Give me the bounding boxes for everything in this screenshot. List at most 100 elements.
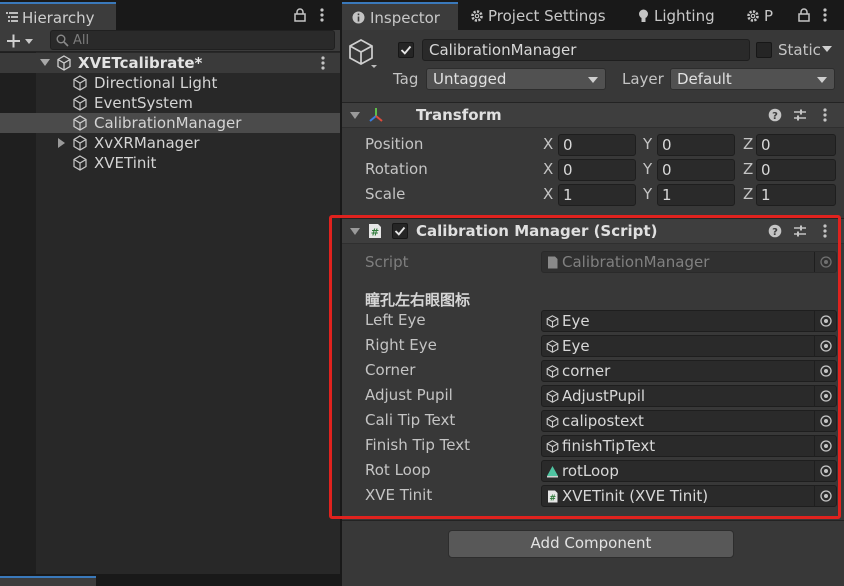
script-icon: # [548,490,558,503]
tab-overflow[interactable]: P [742,2,790,30]
hierarchy-item-eventsystem[interactable]: EventSystem [0,93,340,113]
hierarchy-item-xvxrmanager[interactable]: XvXRManager [0,133,340,153]
script-reference-value: CalibrationManager [562,253,710,271]
help-icon[interactable]: ? [768,224,782,238]
script-file-icon [548,256,558,269]
position-x-field[interactable]: 0 [558,134,636,156]
cali-tip-text-field[interactable]: calipostext [541,410,837,432]
cali-tip-text-value: calipostext [562,412,644,430]
collapsed-arrow-icon[interactable] [58,138,66,148]
preset-sliders-icon[interactable] [793,224,807,238]
scene-root-row[interactable]: XVETcalibrate* [0,53,340,73]
cube-icon [546,390,559,403]
object-picker[interactable] [814,311,836,331]
corner-value: corner [562,362,611,380]
kebab-menu-icon[interactable] [823,8,827,22]
kebab-menu-icon[interactable] [823,108,827,122]
gear-icon [747,10,759,22]
xve-tinit-field[interactable]: # XVETinit (XVE Tinit) [541,485,837,507]
rotation-x-field[interactable]: 0 [558,159,636,181]
adjust-pupil-field[interactable]: AdjustPupil [541,385,837,407]
object-picker[interactable] [814,386,836,406]
object-picker[interactable] [814,486,836,506]
tab-project-settings[interactable]: Project Settings [462,2,624,30]
hierarchy-item-label: XvXRManager [94,134,200,152]
help-icon[interactable]: ? [768,108,782,122]
scene-kebab-menu-icon[interactable] [321,56,325,70]
tab-hierarchy[interactable]: Hierarchy [0,2,116,30]
gameobject-cube-icon [73,75,87,91]
tab-lighting[interactable]: Lighting [630,2,732,30]
corner-field[interactable]: corner [541,360,837,382]
tab-lighting-label: Lighting [654,7,715,25]
object-picker[interactable] [814,436,836,456]
tag-label: Tag [393,70,419,88]
static-dropdown-arrow-icon[interactable] [822,46,832,53]
component-enabled-checkbox[interactable] [392,223,408,239]
tab-project[interactable] [0,576,96,586]
hierarchy-search[interactable] [50,30,335,50]
left-eye-field[interactable]: Eye [541,310,837,332]
hierarchy-item-calibrationmanager[interactable]: CalibrationManager [0,113,340,133]
static-label[interactable]: Static [778,41,821,59]
tab-inspector[interactable]: Inspector [342,2,458,30]
script-component-header[interactable]: # Calibration Manager (Script) ? [342,218,844,244]
section-header-label: 瞳孔左右眼图标 [365,291,471,309]
target-picker-icon [820,440,832,452]
layer-label: Layer [622,70,664,88]
preset-sliders-icon[interactable] [793,108,807,122]
position-y-field[interactable]: 0 [657,134,735,156]
scale-x-field[interactable]: 1 [558,184,636,206]
gameobject-cube-icon[interactable] [348,38,378,68]
object-picker[interactable] [814,361,836,381]
foldout-arrow-icon[interactable] [350,228,360,235]
target-picker-icon [820,465,832,477]
add-component-button[interactable]: Add Component [448,530,734,558]
project-tabbar [0,574,340,586]
scale-z-field[interactable]: 1 [756,184,836,206]
left-eye-value: Eye [562,312,590,330]
foldout-arrow-icon[interactable] [350,112,360,119]
kebab-menu-icon[interactable] [320,8,324,22]
lock-icon[interactable] [798,8,810,22]
position-z-field[interactable]: 0 [756,134,836,156]
rotation-label: Rotation [365,160,428,178]
axis-z-label: Z [743,135,754,153]
target-picker-icon [820,390,832,402]
adjust-pupil-label: Adjust Pupil [365,386,453,404]
static-checkbox[interactable] [756,42,772,58]
target-picker-icon [820,490,832,502]
hierarchy-item-directional-light[interactable]: Directional Light [0,73,340,93]
hierarchy-item-label: XVETinit [94,154,157,172]
rot-loop-label: Rot Loop [365,461,431,479]
hierarchy-item-label: Directional Light [94,74,218,92]
rotation-z-field[interactable]: 0 [756,159,836,181]
object-picker[interactable] [814,411,836,431]
scale-label: Scale [365,185,406,203]
object-picker[interactable] [814,461,836,481]
object-name-field[interactable]: CalibrationManager [422,39,750,61]
active-checkbox[interactable] [398,42,414,58]
rotation-y-field[interactable]: 0 [657,159,735,181]
finish-tip-text-field[interactable]: finishTipText [541,435,837,457]
right-eye-field[interactable]: Eye [541,335,837,357]
axis-y-label: Y [643,160,653,178]
object-picker[interactable] [814,336,836,356]
tab-project-settings-label: Project Settings [488,7,606,25]
gameobject-cube-icon [73,95,87,111]
lock-icon[interactable] [294,8,306,22]
csharp-script-icon: # [369,224,381,239]
search-input[interactable] [73,32,328,48]
hierarchy-item-xvetinit[interactable]: XVETinit [0,153,340,173]
tag-dropdown[interactable]: Untagged [426,68,606,90]
layer-dropdown[interactable]: Default [670,68,835,90]
expanded-arrow-icon[interactable] [40,59,50,67]
axis-y-label: Y [643,185,653,203]
kebab-menu-icon[interactable] [823,224,827,238]
scale-y-field[interactable]: 1 [657,184,735,206]
transform-header[interactable]: Transform ? [342,102,844,128]
hierarchy-tabbar: Hierarchy [0,0,340,30]
left-eye-label: Left Eye [365,311,426,329]
rot-loop-field[interactable]: rotLoop [541,460,837,482]
add-dropdown-icon[interactable] [4,32,38,50]
